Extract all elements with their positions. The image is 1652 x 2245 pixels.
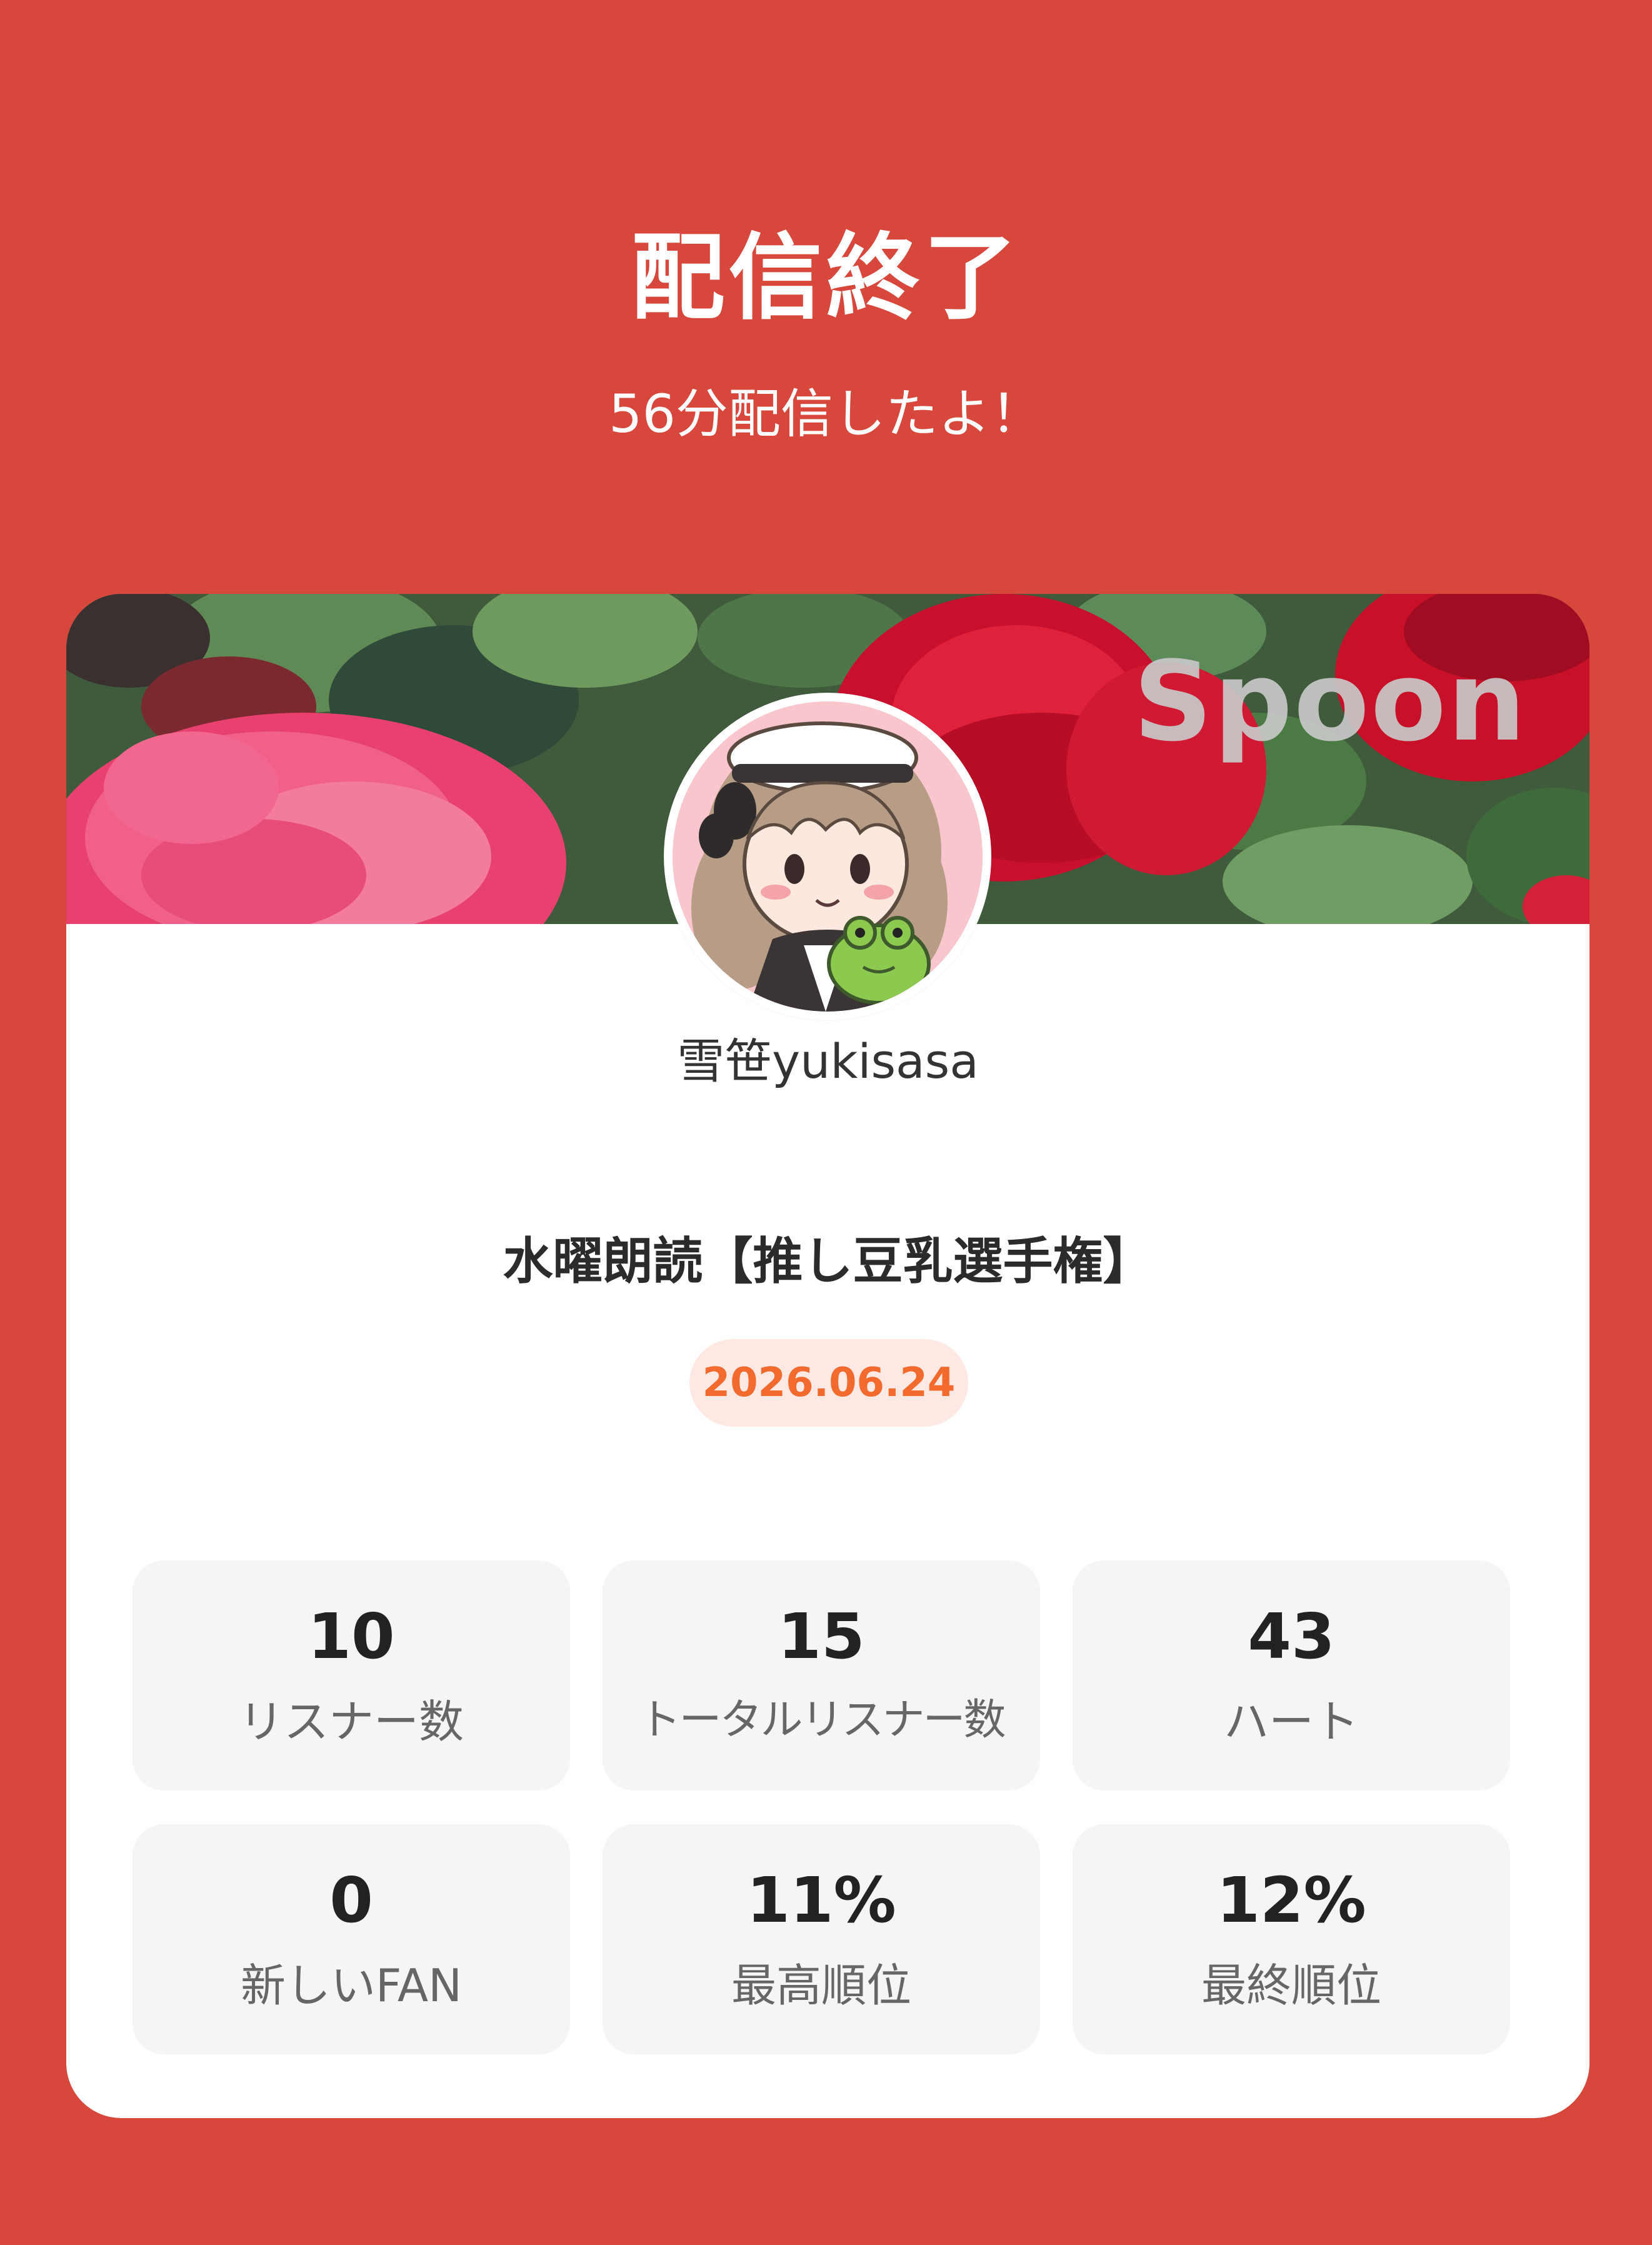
stat-label: 最終順位 bbox=[1201, 1959, 1381, 2012]
stat-label: 最高順位 bbox=[731, 1959, 911, 2012]
date-badge: 2026.06.24 bbox=[689, 1339, 968, 1427]
avatar[interactable] bbox=[664, 693, 991, 1020]
stat-label: 新しいFAN bbox=[241, 1959, 462, 2012]
live-title: 水曜朗読【推し豆乳選手権】 bbox=[503, 1232, 1153, 1290]
stat-label: リスナー数 bbox=[238, 1695, 464, 1748]
stat-listeners: 10 リスナー数 bbox=[133, 1560, 570, 1790]
stat-label: トータルリスナー数 bbox=[638, 1695, 1006, 1745]
stat-value: 12% bbox=[1216, 1864, 1366, 1937]
stat-highest-rank: 11% 最高順位 bbox=[603, 1824, 1040, 2054]
stat-value: 15 bbox=[778, 1600, 865, 1673]
stat-hearts: 43 ハート bbox=[1073, 1560, 1510, 1790]
stat-value: 0 bbox=[329, 1864, 373, 1937]
broadcast-duration-text: 56分配信したよ！ bbox=[609, 383, 1043, 444]
stat-value: 43 bbox=[1248, 1600, 1335, 1673]
stat-label: ハート bbox=[1223, 1695, 1359, 1748]
stat-final-rank: 12% 最終順位 bbox=[1073, 1824, 1510, 2054]
avatar-illustration bbox=[673, 701, 983, 1012]
stat-total-listeners: 15 トータルリスナー数 bbox=[603, 1560, 1040, 1790]
username[interactable]: 雪笹yukisasa bbox=[66, 1038, 1589, 1085]
spoon-logo: Spoon bbox=[1133, 638, 1527, 766]
stat-value: 10 bbox=[308, 1600, 395, 1673]
page-title: 配信終了 bbox=[631, 224, 1021, 333]
stat-new-fans: 0 新しいFAN bbox=[133, 1824, 570, 2054]
stat-value: 11% bbox=[746, 1864, 896, 1937]
broadcast-summary-card: Spoon 雪笹yukisasa 水曜朗読【推し豆乳選手権】 2026.06.2… bbox=[66, 594, 1589, 2118]
